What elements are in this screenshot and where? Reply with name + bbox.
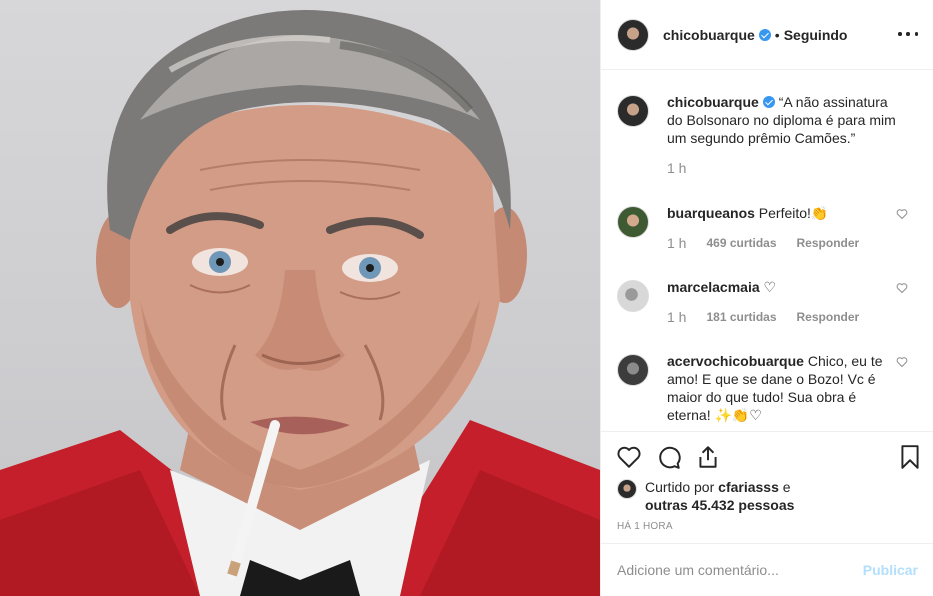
verified-icon [762,96,775,108]
liked-by: Curtido por cfariasss e outras 45.432 pe… [617,478,794,514]
comment-text: acervochicobuarque Chico, eu te amo! E q… [667,352,897,424]
comment-username[interactable]: acervochicobuarque [667,353,804,369]
comment-likes[interactable]: 181 curtidas [706,308,776,326]
comment-username[interactable]: buarqueanos [667,205,755,221]
comment-likes[interactable]: 469 curtidas [706,234,776,252]
comment-content: ♡ [763,279,777,295]
list-item: acervochicobuarque Chico, eu te amo! E q… [617,352,918,431]
caption-comment: chicobuarque “A não assinatura do Bolson… [617,93,918,204]
post-actions: Curtido por cfariasss e outras 45.432 pe… [601,431,933,543]
liked-by-prefix: Curtido por [645,479,715,495]
more-icon[interactable] [898,24,918,44]
list-item: marcelacmaia ♡ 1 h 181 curtidas Responde… [617,278,918,352]
following-button[interactable]: Seguindo [784,27,848,43]
reply-button[interactable]: Responder [797,234,860,252]
comment-content: Perfeito!👏 [758,205,829,221]
heart-icon[interactable] [896,356,908,368]
comment-input[interactable] [617,562,863,578]
comment-body: buarqueanos Perfeito!👏 1 h 469 curtidas … [667,204,897,278]
comment-text: marcelacmaia ♡ [667,278,897,296]
liked-by-connector: e [782,479,791,495]
liked-by-text: Curtido por cfariasss e outras 45.432 pe… [645,478,794,514]
post-photo[interactable] [0,0,600,596]
separator-dot: • [774,26,780,43]
instagram-post-modal: chicobuarque • Seguindo chicobuarque “A … [0,0,933,596]
comment-form: Publicar [601,543,933,596]
share-icon[interactable] [695,444,721,470]
heart-icon[interactable] [896,208,908,220]
comment-username[interactable]: marcelacmaia [667,279,760,295]
comment-body: acervochicobuarque Chico, eu te amo! E q… [667,352,897,431]
comments-list[interactable]: chicobuarque “A não assinatura do Bolson… [601,71,933,431]
liker-avatar[interactable] [617,479,637,499]
list-item: buarqueanos Perfeito!👏 1 h 469 curtidas … [617,204,918,278]
comment-time[interactable]: 1 h [667,308,686,326]
liker-username[interactable]: cfariasss [718,479,779,495]
likes-count[interactable]: outras 45.432 pessoas [645,497,794,513]
post-side-panel: chicobuarque • Seguindo chicobuarque “A … [600,0,933,596]
avatar[interactable] [617,354,649,386]
header-user-info: chicobuarque • Seguindo [663,27,847,43]
portrait-illustration [0,10,600,596]
verified-icon [758,28,771,41]
comment-text: buarqueanos Perfeito!👏 [667,204,897,222]
avatar[interactable] [617,206,649,238]
comment-username[interactable]: chicobuarque [667,94,759,110]
comment-body: marcelacmaia ♡ 1 h 181 curtidas Responde… [667,278,897,352]
author-username[interactable]: chicobuarque [663,27,755,43]
comment-body: chicobuarque “A não assinatura do Bolson… [667,93,897,204]
heart-icon[interactable] [616,444,642,470]
heart-icon[interactable] [896,282,908,294]
comment-meta: 1 h 469 curtidas Responder [667,234,897,252]
publish-button[interactable]: Publicar [863,562,918,578]
avatar[interactable] [617,280,649,312]
reply-button[interactable]: Responder [797,308,860,326]
comment-icon[interactable] [656,444,682,470]
avatar[interactable] [617,95,649,127]
post-header: chicobuarque • Seguindo [601,0,933,70]
comment-text: chicobuarque “A não assinatura do Bolson… [667,93,897,147]
comment-meta: 1 h 181 curtidas Responder [667,308,897,326]
bookmark-icon[interactable] [897,444,923,470]
comment-time[interactable]: 1 h [667,159,686,177]
comment-time[interactable]: 1 h [667,234,686,252]
post-timestamp[interactable]: HÁ 1 HORA [617,521,673,532]
author-avatar[interactable] [617,18,649,51]
comment-meta: 1 h [667,159,897,177]
